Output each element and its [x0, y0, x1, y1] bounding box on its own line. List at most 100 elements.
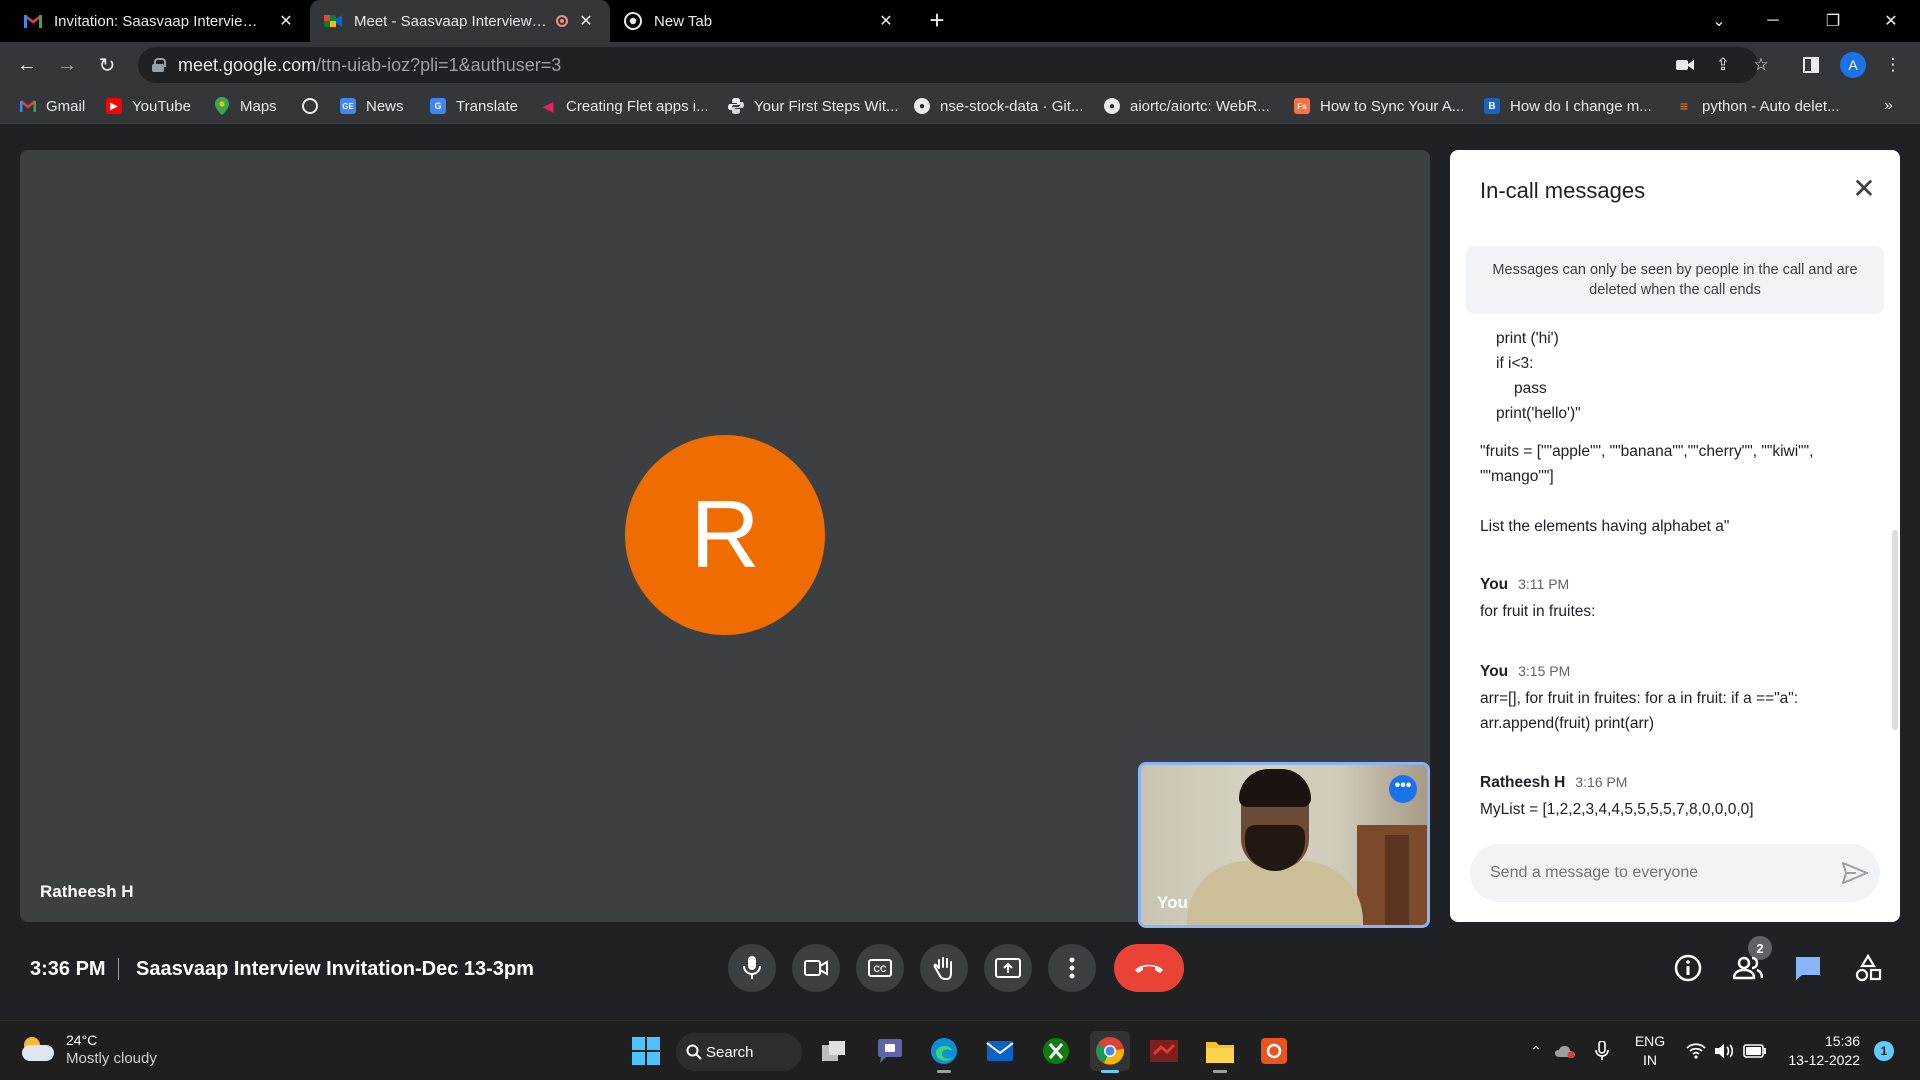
weather-temperature: 24°C: [66, 1032, 98, 1048]
back-button[interactable]: ←: [12, 50, 42, 80]
main-video-tile[interactable]: R Ratheesh H ••• You: [20, 150, 1430, 928]
microphone-button[interactable]: [728, 944, 776, 992]
message-list[interactable]: print ('hi') if i<3: pass print('hello')…: [1450, 330, 1886, 830]
meeting-details-button[interactable]: [1668, 948, 1708, 988]
browser-tab-strip: Invitation: Saasvaap Interview Invitatio…: [0, 0, 1920, 42]
bookmark-python-auto-delete[interactable]: ≡ python - Auto delet...: [1676, 96, 1840, 116]
captions-icon: CC: [868, 959, 892, 977]
restore-button[interactable]: ❐: [1810, 0, 1856, 42]
send-icon[interactable]: [1842, 862, 1868, 884]
bookmark-sync[interactable]: Fs How to Sync Your A...: [1294, 96, 1464, 116]
people-button[interactable]: [1728, 948, 1768, 988]
chrome-taskbar-icon[interactable]: [1090, 1031, 1130, 1073]
taskbar-search[interactable]: Search: [676, 1033, 802, 1071]
wifi-icon[interactable]: [1684, 1037, 1708, 1065]
tab-search-chevron-icon[interactable]: ⌄: [1696, 0, 1742, 42]
close-panel-button[interactable]: ✕: [1848, 174, 1880, 206]
tab-meet[interactable]: Meet - Saasvaap Interview Invitation ✕: [310, 0, 610, 42]
tab-new-tab[interactable]: New Tab ✕: [610, 0, 910, 42]
present-screen-button[interactable]: [984, 944, 1032, 992]
share-icon[interactable]: ⇪: [1710, 52, 1736, 78]
globe-icon: [302, 98, 318, 114]
browser-toolbar: ← → ↻ meet.google.com/ttn-uiab-ioz?pli=1…: [0, 42, 1920, 88]
bookmark-translate[interactable]: G Translate: [430, 96, 518, 116]
captions-button[interactable]: CC: [856, 944, 904, 992]
minimize-button[interactable]: ─: [1750, 0, 1796, 42]
side-panel-icon[interactable]: [1798, 52, 1824, 78]
message-header: You 3:15 PM: [1480, 663, 1570, 681]
bookmark-aiortc[interactable]: ● aiortc/aiortc: WebR...: [1104, 96, 1270, 116]
more-options-icon[interactable]: •••: [1389, 775, 1417, 803]
meet-page: R Ratheesh H ••• You In-call messages ✕ …: [0, 124, 1920, 1020]
bookmark-python[interactable]: Your First Steps Wit...: [728, 96, 899, 116]
battery-icon[interactable]: [1742, 1037, 1768, 1065]
bookmark-nse-stock-data[interactable]: ● nse-stock-data · Git...: [914, 96, 1083, 116]
xbox-icon[interactable]: [1036, 1031, 1076, 1071]
bookmark-flet[interactable]: ◀ Creating Flet apps i...: [540, 96, 709, 116]
mail-icon[interactable]: [980, 1031, 1020, 1071]
close-window-button[interactable]: ✕: [1868, 0, 1914, 42]
bookmark-youtube[interactable]: ▶ YouTube: [106, 96, 191, 116]
notification-badge[interactable]: 1: [1874, 1041, 1894, 1061]
message-line: print ('hi'): [1496, 330, 1559, 347]
bookmark-globe[interactable]: [302, 96, 328, 116]
leave-call-button[interactable]: [1114, 944, 1184, 992]
chrome-icon: [624, 12, 642, 30]
browser-menu-icon[interactable]: ⋮: [1880, 52, 1906, 78]
message-line: pass: [1514, 380, 1547, 397]
system-clock[interactable]: 15:36 13-12-2022: [1780, 1032, 1860, 1070]
hang-up-icon: [1135, 964, 1163, 973]
gmail-icon: [24, 12, 42, 30]
profile-avatar[interactable]: A: [1840, 52, 1866, 78]
windows-logo-icon: [632, 1037, 660, 1065]
message-input-box[interactable]: [1470, 844, 1880, 902]
activities-button[interactable]: [1848, 948, 1888, 988]
message-input[interactable]: [1490, 864, 1820, 882]
present-icon: [995, 958, 1021, 978]
lock-icon[interactable]: [152, 58, 166, 72]
message-header: You 3:11 PM: [1480, 576, 1569, 594]
camera-in-use-icon[interactable]: [1672, 52, 1698, 78]
github-icon: ●: [1104, 98, 1120, 114]
close-tab-icon[interactable]: ✕: [876, 11, 896, 31]
activities-icon: [1855, 954, 1882, 982]
show-hidden-icons-chevron-icon[interactable]: ⌃: [1524, 1037, 1548, 1065]
raise-hand-button[interactable]: [920, 944, 968, 992]
microphone-tray-icon[interactable]: [1590, 1037, 1614, 1065]
camera-button[interactable]: [792, 944, 840, 992]
bookmark-gmail[interactable]: Gmail: [20, 96, 85, 116]
close-tab-icon[interactable]: ✕: [576, 11, 596, 31]
panel-title: In-call messages: [1480, 178, 1646, 203]
fs-icon: Fs: [1294, 98, 1310, 114]
app-icon[interactable]: [1144, 1031, 1184, 1071]
new-tab-button[interactable]: +: [922, 6, 952, 36]
ubuntu-icon[interactable]: [1254, 1031, 1294, 1071]
bookmark-change[interactable]: B How do I change m...: [1484, 96, 1652, 116]
bookmark-star-icon[interactable]: ☆: [1748, 52, 1774, 78]
weather-widget[interactable]: 24°C Mostly cloudy: [20, 1031, 157, 1069]
in-call-messages-panel: In-call messages ✕ Messages can only be …: [1450, 150, 1900, 922]
file-explorer-icon[interactable]: [1200, 1031, 1240, 1073]
chat-scrollbar[interactable]: [1892, 530, 1898, 730]
search-icon: [686, 1044, 702, 1060]
address-bar[interactable]: meet.google.com/ttn-uiab-ioz?pli=1&authu…: [138, 47, 1758, 83]
edge-icon[interactable]: [924, 1031, 964, 1073]
task-view-icon[interactable]: [814, 1031, 854, 1071]
tab-title: Invitation: Saasvaap Interview Invitatio…: [54, 12, 268, 30]
forward-button[interactable]: →: [52, 50, 82, 80]
more-options-button[interactable]: [1048, 944, 1096, 992]
volume-icon[interactable]: [1712, 1037, 1736, 1065]
language-indicator[interactable]: ENG IN: [1628, 1032, 1672, 1070]
chat-button[interactable]: [1788, 948, 1828, 988]
bookmarks-overflow-button[interactable]: »: [1884, 96, 1893, 116]
onedrive-icon[interactable]: [1552, 1037, 1578, 1065]
bookmark-news[interactable]: GE News: [340, 96, 404, 116]
close-tab-icon[interactable]: ✕: [276, 11, 296, 31]
self-video-tile[interactable]: ••• You: [1138, 762, 1430, 928]
message-line: arr=[], for fruit in fruites: for a in f…: [1480, 690, 1799, 707]
bookmark-maps[interactable]: Maps: [214, 96, 277, 116]
start-button[interactable]: [626, 1031, 666, 1071]
reload-button[interactable]: ↻: [92, 50, 122, 80]
tab-gmail-invitation[interactable]: Invitation: Saasvaap Interview Invitatio…: [10, 0, 310, 42]
teams-chat-icon[interactable]: [870, 1031, 910, 1071]
